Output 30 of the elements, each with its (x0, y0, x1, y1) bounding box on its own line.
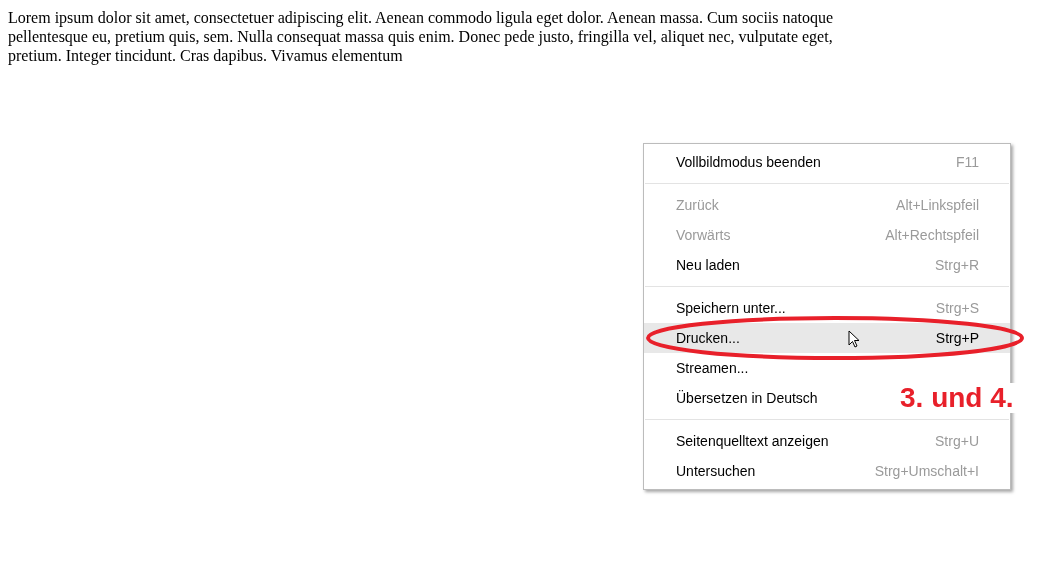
paragraph-line: Lorem ipsum dolor sit amet, consectetuer adipiscing elit. Aenean commodo ligula eget dolor. Aenean massa. Cum sociis natoque (8, 8, 834, 27)
menu-item-label: Vollbildmodus beenden (676, 154, 821, 170)
menu-item[interactable]: Vollbildmodus beenden F11 (644, 147, 1010, 177)
shortcut-label: Strg+S (935, 300, 979, 316)
menu-item[interactable]: Übersetzen in Deutsch (644, 383, 826, 413)
shortcut-label: Strg+U (935, 433, 979, 449)
menu-item-label: Speichern unter... (676, 300, 786, 316)
menu-item-label: Zurück (676, 197, 719, 213)
menu-item[interactable]: Streamen... (644, 353, 757, 383)
shortcut-label: Strg+P (935, 330, 979, 346)
shortcut-label: Strg+Umschalt+I (874, 463, 979, 479)
shortcut-label: Strg+R (935, 257, 979, 273)
cursor-icon (848, 330, 860, 348)
menu-item-label: Seitenquelltext anzeigen (676, 433, 829, 449)
paragraph-line: pellentesque eu, pretium quis, sem. Nulla consequat massa quis enim. Donec pede justo, fringilla vel, aliquet nec, vulputate eget, (8, 27, 833, 46)
menu-item-label: Untersuchen (676, 463, 756, 479)
menu-item[interactable]: Untersuchen Strg+Umschalt+I (644, 456, 1010, 486)
menu-item-label: Übersetzen in Deutsch (676, 390, 818, 406)
shortcut-label: Alt+Linkspfeil (896, 197, 979, 213)
menu-item[interactable]: Neu laden Strg+R (644, 250, 1010, 280)
menu-item-label: Neu laden (676, 257, 740, 273)
shortcut-label: Alt+Rechtspfeil (885, 227, 979, 243)
menu-item[interactable]: Drucken... Strg+P (644, 323, 1010, 353)
shortcut-label: F11 (955, 154, 979, 170)
menu-item[interactable]: Speichern unter... Strg+S (644, 293, 1010, 323)
menu-item[interactable]: Seitenquelltext anzeigen Strg+U (644, 426, 1010, 456)
paragraph-line: pretium. Integer tincidunt. Cras dapibus. Vivamus elementum (8, 46, 403, 65)
menu-item-label: Vorwärts (676, 227, 731, 243)
menu-item-label: Drucken... (676, 330, 740, 346)
menu-item-label: Streamen... (676, 360, 749, 376)
